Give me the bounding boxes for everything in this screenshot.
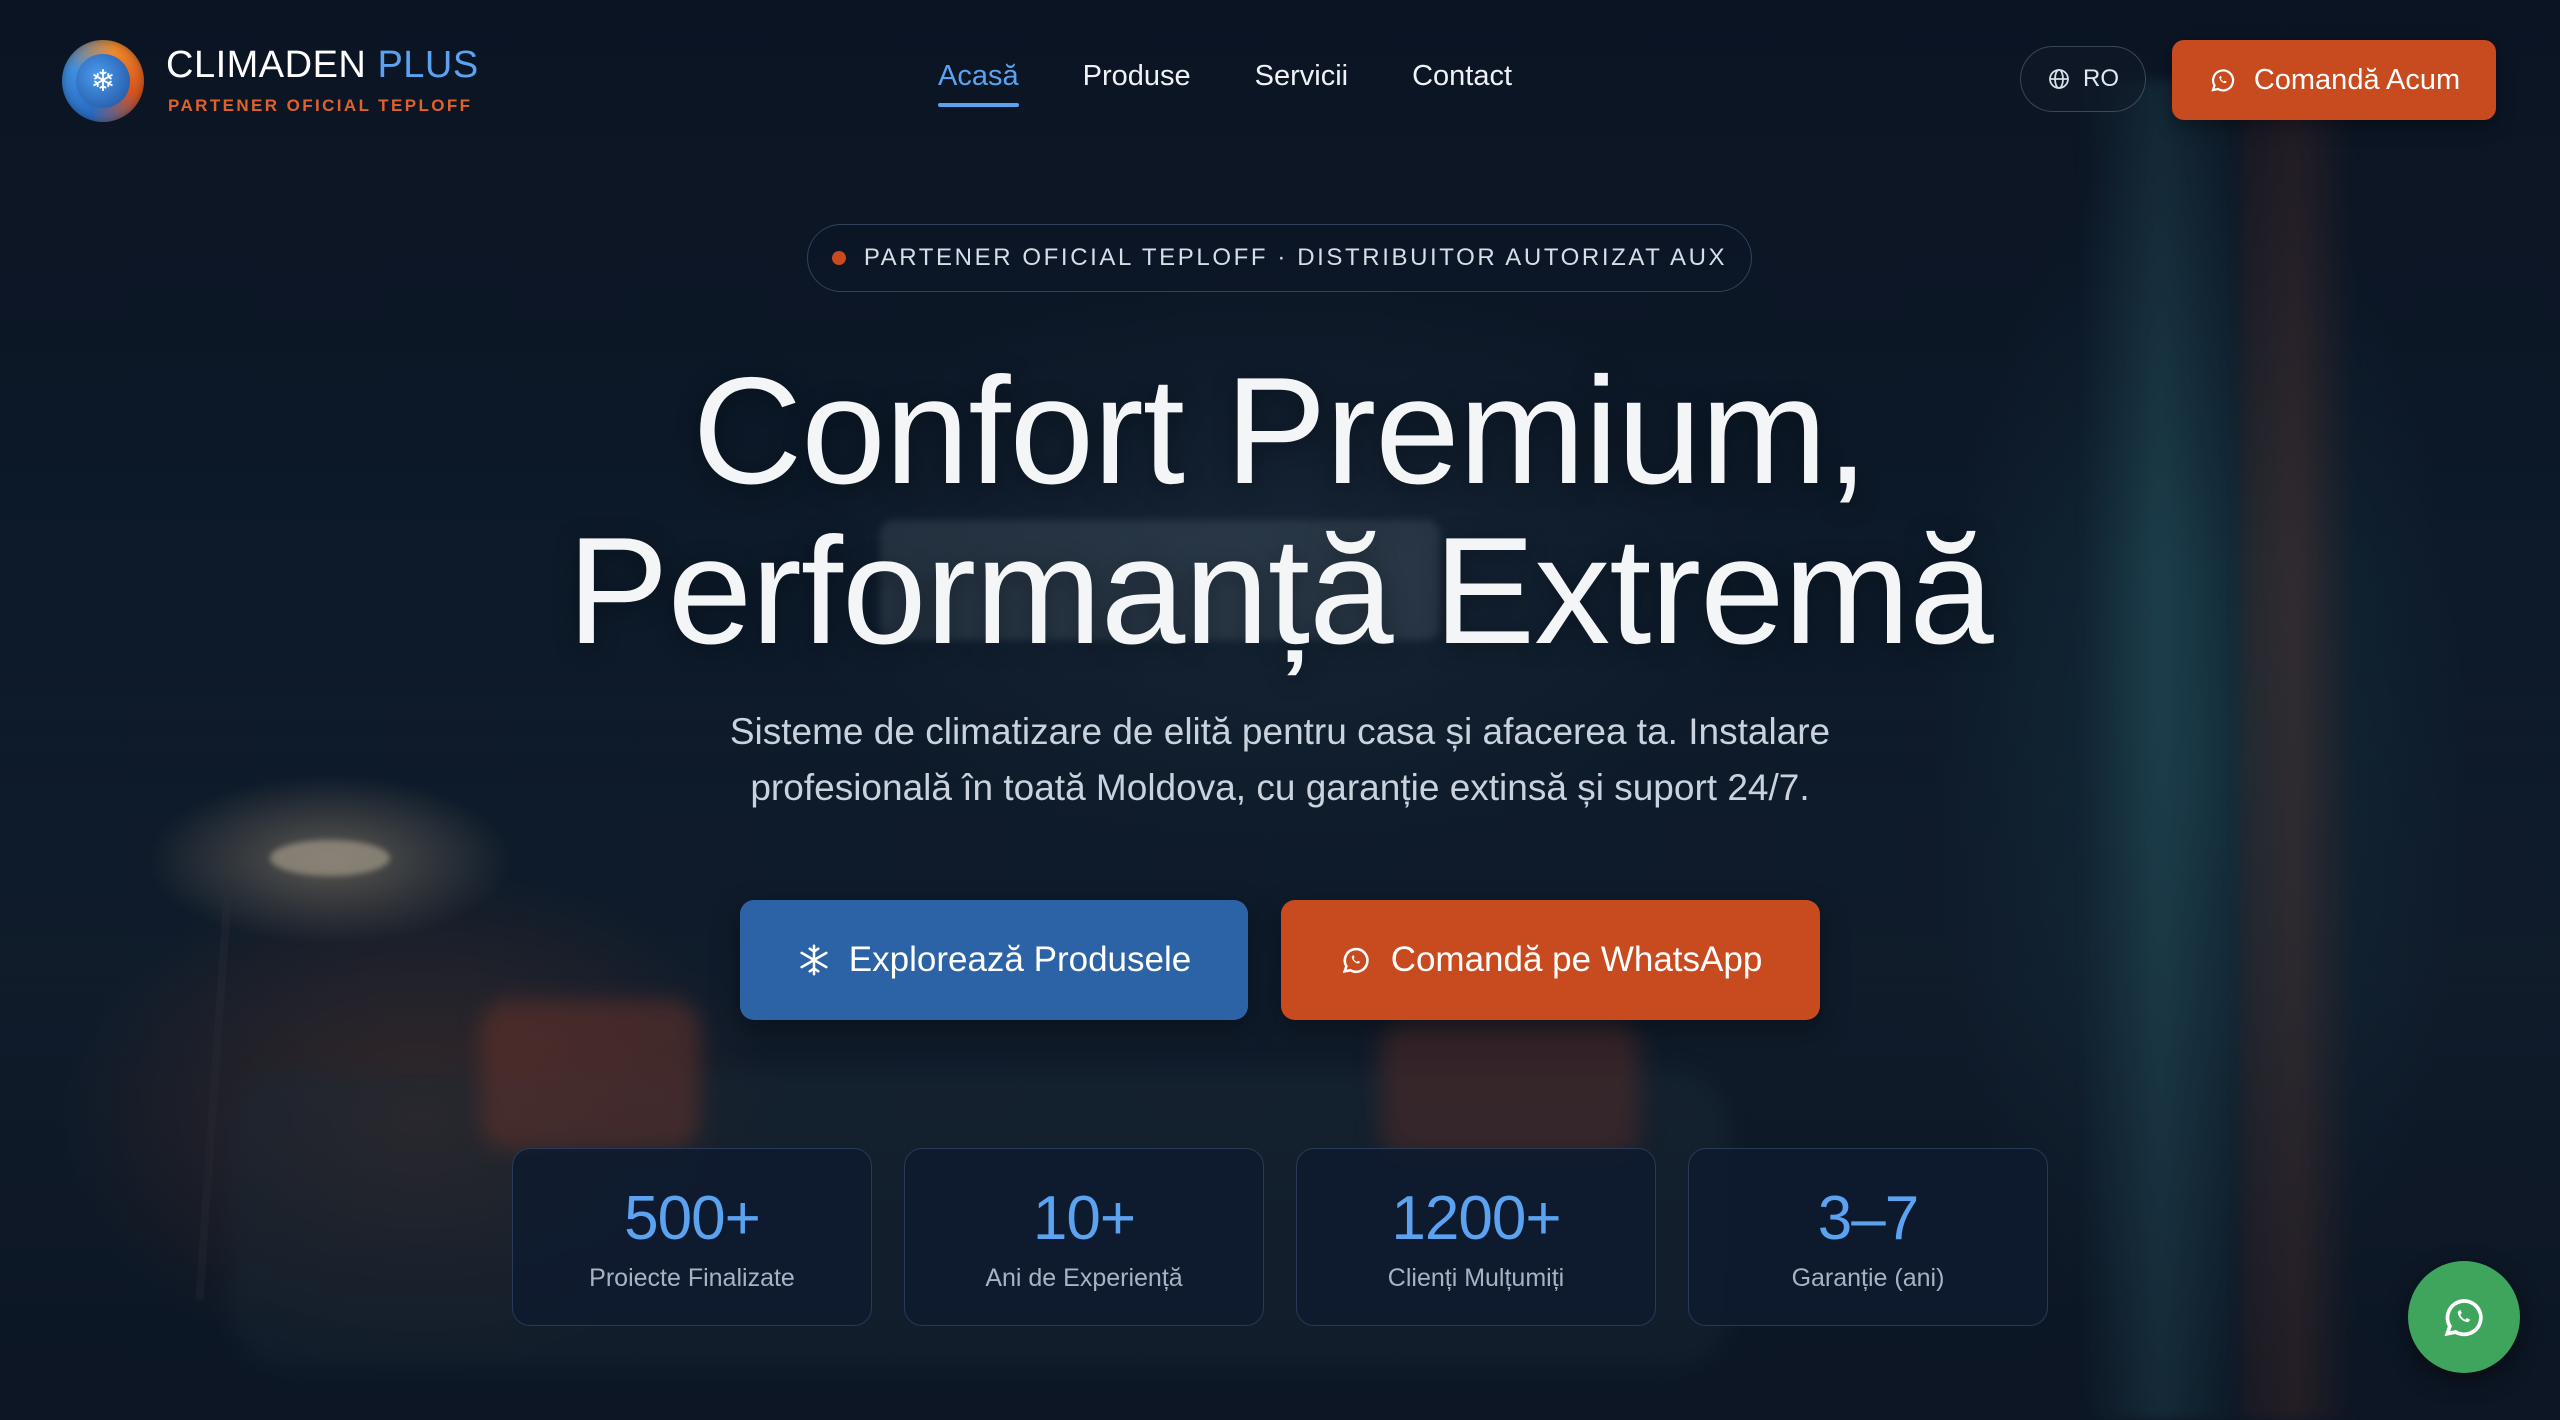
nav-item-acasa[interactable]: Acasă [938,60,1019,107]
order-whatsapp-button[interactable]: Comandă pe WhatsApp [1281,900,1820,1020]
stat-label: Proiecte Finalizate [589,1264,795,1292]
brand-tagline: PARTENER OFICIAL TEPLOFF [168,96,473,115]
order-now-button[interactable]: Comandă Acum [2172,40,2496,120]
brand-main: CLIMADEN [166,44,367,86]
whatsapp-icon [2208,65,2238,95]
whatsapp-icon [2439,1292,2489,1342]
stat-label: Garanție (ani) [1791,1264,1945,1292]
logo-icon[interactable]: ❄ [62,40,144,122]
whatsapp-icon [1339,943,1373,977]
badge-text: PARTENER OFICIAL TEPLOFF · DISTRIBUITOR … [863,244,1728,271]
nav-item-contact[interactable]: Contact [1412,60,1512,107]
snowflake-icon [797,943,831,977]
stat-value: 1200+ [1391,1184,1561,1253]
explore-products-label: Explorează Produsele [848,940,1192,979]
partner-badge: PARTENER OFICIAL TEPLOFF · DISTRIBUITOR … [807,224,1752,292]
stat-card: 500+ Proiecte Finalizate [512,1148,872,1326]
stat-value: 500+ [624,1184,761,1253]
floating-whatsapp-button[interactable] [2408,1261,2520,1373]
hero-title-line-1: Confort Premium, [692,346,1869,516]
badge-dot [831,251,846,265]
nav-item-servicii[interactable]: Servicii [1255,60,1348,107]
brand-name[interactable]: CLIMADEN PLUS [166,44,479,87]
stat-label: Ani de Experiență [985,1264,1183,1292]
main-menu: Acasă Produse Servicii Contact [938,60,1512,107]
stat-label: Clienți Mulțumiți [1387,1264,1565,1292]
hero-subtitle: Sisteme de climatizare de elită pentru c… [729,711,1831,808]
language-switcher[interactable]: RO [2020,46,2146,112]
stat-card: 1200+ Clienți Mulțumiți [1296,1148,1656,1326]
stat-value: 10+ [1032,1184,1136,1253]
stat-card: 3–7 Garanție (ani) [1688,1148,2048,1326]
order-now-label: Comandă Acum [2253,63,2461,96]
explore-products-button[interactable]: Explorează Produsele [740,900,1248,1020]
stat-value: 3–7 [1817,1184,1919,1253]
globe-icon [2047,67,2071,91]
order-whatsapp-label: Comandă pe WhatsApp [1390,940,1763,979]
stat-card: 10+ Ani de Experiență [904,1148,1264,1326]
hero-title-line-2: Performanță Extremă [567,506,1994,676]
snowflake-logo-icon: ❄ [76,54,130,108]
brand-accent: PLUS [377,44,479,86]
nav-item-produse[interactable]: Produse [1083,60,1191,107]
top-navbar: ❄ CLIMADEN PLUS PARTENER OFICIAL TEPLOFF… [0,0,2560,160]
language-label: RO [2083,65,2119,92]
